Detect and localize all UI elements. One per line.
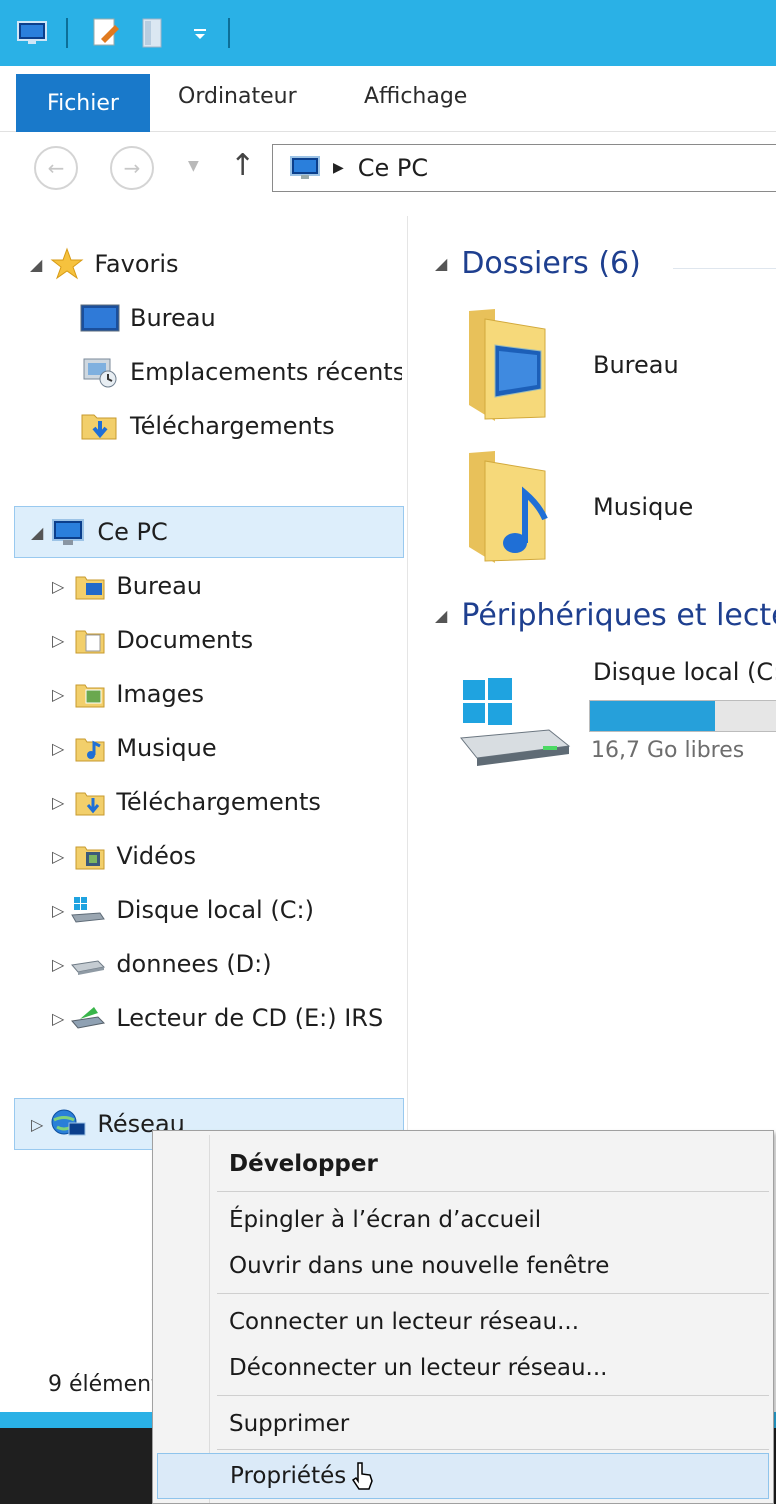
tree-node-recent-places[interactable]: Emplacements récents	[80, 346, 402, 398]
menu-item-map-network-drive[interactable]: Connecter un lecteur réseau...	[157, 1299, 769, 1345]
tree-node-local-disk-c[interactable]: ▷ Disque local (C:)	[52, 884, 314, 936]
menu-item-disconnect-network-drive[interactable]: Déconnecter un lecteur réseau...	[157, 1345, 769, 1391]
folder-item-desktop[interactable]: Bureau	[465, 302, 776, 428]
address-bar[interactable]: ▶ Ce PC	[272, 144, 776, 192]
desktop-icon	[80, 303, 120, 333]
breadcrumb-item[interactable]: Ce PC	[358, 154, 428, 182]
context-menu: Développer Épingler à l’écran d’accueil …	[152, 1130, 774, 1504]
up-button[interactable]: ↑	[230, 148, 255, 183]
expand-icon[interactable]: ▷	[52, 793, 64, 812]
star-icon	[50, 247, 84, 281]
computer-icon	[49, 516, 87, 548]
tree-node-downloads[interactable]: Téléchargements	[80, 400, 335, 452]
forward-button[interactable]: →	[110, 146, 154, 190]
breadcrumb-chevron-icon[interactable]: ▶	[333, 160, 344, 176]
expand-icon[interactable]: ▷	[52, 577, 64, 596]
collapse-icon[interactable]: ◢	[435, 254, 447, 273]
videos-folder-icon	[74, 841, 106, 871]
expand-icon[interactable]: ▷	[52, 901, 64, 920]
group-header-devices[interactable]: ◢ Périphériques et lecteurs	[435, 598, 776, 633]
drive-usage-bar	[589, 700, 776, 732]
expand-icon[interactable]: ▷	[52, 955, 64, 974]
tree-node-downloads-pc[interactable]: ▷ Téléchargements	[52, 776, 321, 828]
hand-cursor-icon	[350, 1461, 376, 1491]
menu-separator	[217, 1191, 769, 1192]
menu-item-delete[interactable]: Supprimer	[157, 1401, 769, 1447]
expand-icon[interactable]: ▷	[52, 847, 64, 866]
collapse-icon[interactable]: ◢	[31, 523, 43, 542]
tree-node-cd-drive-e[interactable]: ▷ Lecteur de CD (E:) IRS	[52, 992, 404, 1044]
toolbar-separator	[66, 18, 68, 48]
tab-file[interactable]: Fichier	[16, 74, 150, 132]
tree-node-music[interactable]: ▷ Musique	[52, 722, 217, 774]
tree-node-favorites[interactable]: ◢ Favoris	[30, 238, 179, 290]
navigation-bar: ← → ▼ ↑ ▶ Ce PC	[0, 132, 776, 216]
toolbar-separator	[228, 18, 230, 48]
drive-name: Disque local (C:)	[593, 658, 776, 686]
menu-separator	[217, 1449, 769, 1450]
expand-icon[interactable]: ▷	[52, 739, 64, 758]
tree-node-data-d[interactable]: ▷ donnees (D:)	[52, 938, 272, 990]
drive-usage-fill	[590, 701, 715, 731]
system-drive-icon	[70, 895, 106, 925]
drive-item-local-disk-c[interactable]: Disque local (C:) 16,7 Go libres	[457, 636, 776, 766]
forward-arrow-icon: →	[123, 156, 141, 180]
menu-item-expand[interactable]: Développer	[157, 1141, 769, 1187]
cd-drive-icon	[70, 1003, 106, 1033]
tree-node-videos[interactable]: ▷ Vidéos	[52, 830, 196, 882]
folder-item-music[interactable]: Musique	[465, 444, 776, 570]
expand-icon[interactable]: ▷	[31, 1115, 43, 1134]
back-button[interactable]: ←	[34, 146, 78, 190]
up-arrow-icon: ↑	[230, 148, 256, 183]
downloads-folder-icon	[74, 787, 106, 817]
new-folder-icon[interactable]	[134, 13, 170, 53]
menu-item-open-new-window[interactable]: Ouvrir dans une nouvelle fenêtre	[157, 1243, 769, 1289]
menu-item-pin-to-start[interactable]: Épingler à l’écran d’accueil	[157, 1197, 769, 1243]
music-folder-icon	[74, 733, 106, 763]
desktop-folder-icon	[74, 571, 106, 601]
menu-separator	[217, 1293, 769, 1294]
back-arrow-icon: ←	[47, 156, 65, 180]
menu-separator	[217, 1395, 769, 1396]
customize-toolbar-chevron-icon[interactable]	[188, 13, 212, 53]
drive-icon	[70, 949, 106, 979]
recent-places-icon	[80, 355, 120, 389]
expand-icon[interactable]: ▷	[52, 631, 64, 650]
collapse-icon[interactable]: ◢	[435, 606, 447, 625]
tree-node-pictures[interactable]: ▷ Images	[52, 668, 204, 720]
tree-node-desktop-pc[interactable]: ▷ Bureau	[52, 560, 202, 612]
downloads-folder-icon	[80, 409, 120, 443]
desktop-folder-icon	[465, 305, 555, 425]
music-folder-icon	[465, 447, 555, 567]
tab-view[interactable]: Affichage	[364, 84, 467, 109]
title-bar	[0, 0, 776, 66]
menu-item-properties[interactable]: Propriétés	[157, 1453, 769, 1499]
tab-computer[interactable]: Ordinateur	[178, 84, 297, 109]
tree-node-desktop[interactable]: Bureau	[80, 292, 216, 344]
ribbon-tabs: Fichier Ordinateur Affichage	[0, 66, 776, 132]
group-header-folders[interactable]: ◢ Dossiers (6)	[435, 246, 641, 281]
documents-folder-icon	[74, 625, 106, 655]
tree-node-this-pc[interactable]: ◢ Ce PC	[14, 506, 404, 558]
pictures-folder-icon	[74, 679, 106, 709]
recent-locations-chevron-icon[interactable]: ▼	[188, 158, 199, 174]
properties-icon[interactable]	[86, 13, 126, 53]
system-drive-icon	[457, 676, 573, 766]
collapse-icon[interactable]: ◢	[30, 255, 42, 274]
group-divider	[673, 268, 776, 269]
drive-free-space: 16,7 Go libres	[591, 738, 745, 763]
computer-icon	[287, 153, 323, 183]
tree-node-documents[interactable]: ▷ Documents	[52, 614, 253, 666]
network-icon	[49, 1107, 87, 1141]
computer-icon[interactable]	[10, 13, 54, 53]
expand-icon[interactable]: ▷	[52, 685, 64, 704]
expand-icon[interactable]: ▷	[52, 1009, 64, 1028]
